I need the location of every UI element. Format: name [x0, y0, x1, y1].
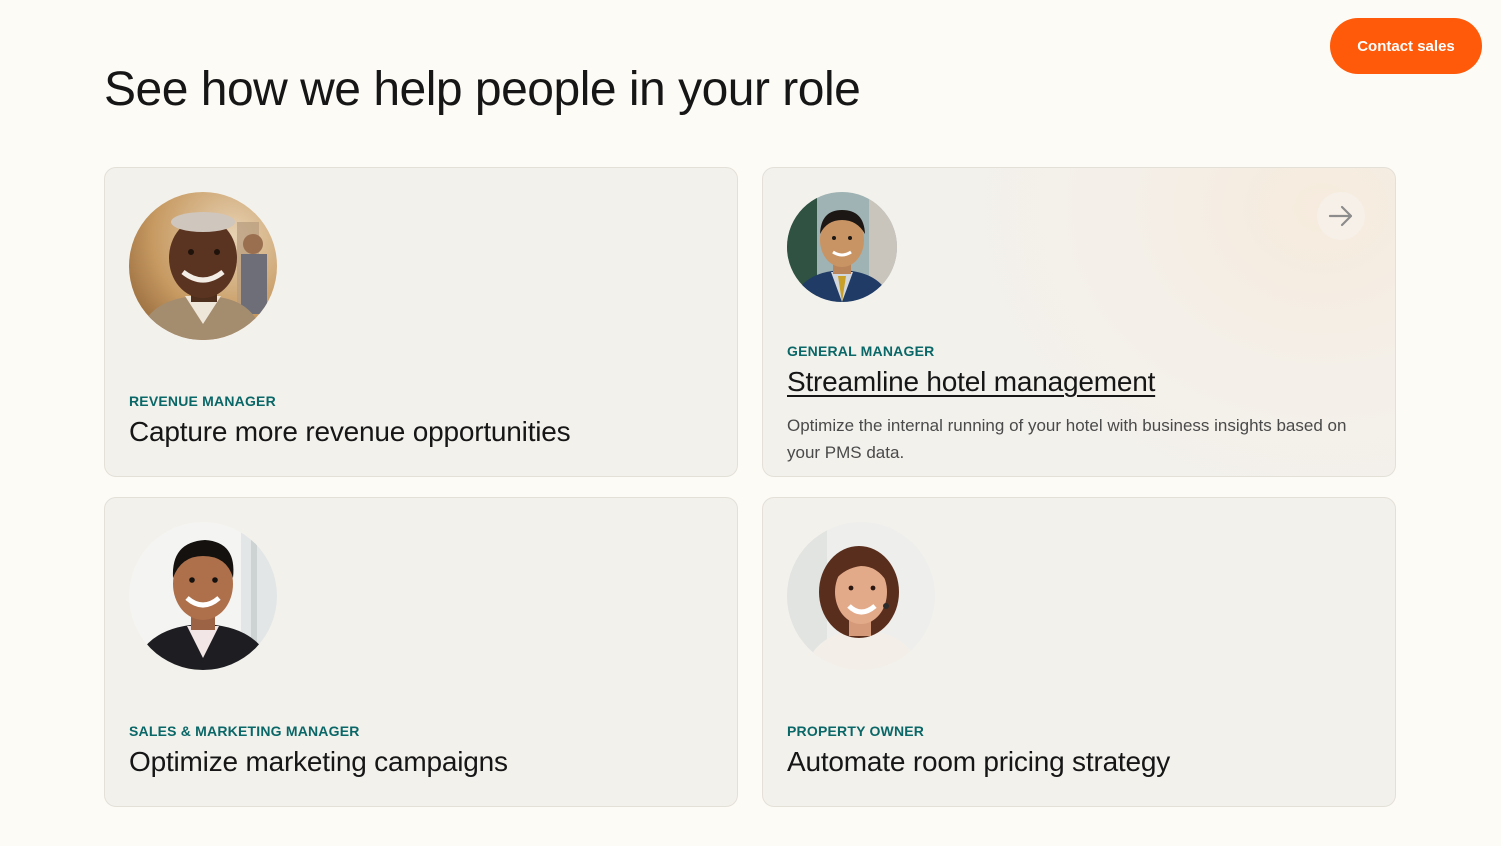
role-card-headline: Automate room pricing strategy — [787, 746, 1171, 777]
revenue-manager-avatar — [129, 192, 277, 340]
role-label: REVENUE MANAGER — [129, 393, 276, 409]
page-title: See how we help people in your role — [104, 63, 861, 116]
contact-sales-button[interactable]: Contact sales — [1330, 18, 1482, 74]
role-card-sales-marketing-manager[interactable]: SALES & MARKETING MANAGER Optimize marke… — [104, 497, 738, 807]
role-label: PROPERTY OWNER — [787, 723, 925, 739]
role-card-description: Optimize the internal running of your ho… — [787, 416, 1347, 462]
general-manager-avatar — [787, 192, 897, 302]
role-card-revenue-manager[interactable]: REVENUE MANAGER Capture more revenue opp… — [104, 167, 738, 477]
card-arrow-button[interactable] — [1317, 192, 1365, 240]
role-card-property-owner[interactable]: PROPERTY OWNER Automate room pricing str… — [762, 497, 1396, 807]
role-card-general-manager[interactable]: GENERAL MANAGER Streamline hotel managem… — [762, 167, 1396, 477]
property-owner-avatar — [787, 522, 935, 670]
sales-marketing-manager-avatar — [129, 522, 277, 670]
page: Contact sales See how we help people in … — [0, 0, 1501, 846]
arrow-right-icon — [1328, 205, 1353, 227]
role-card-headline-link[interactable]: Streamline hotel management — [787, 366, 1155, 398]
role-card-headline: Optimize marketing campaigns — [129, 746, 508, 777]
role-card-headline: Capture more revenue opportunities — [129, 416, 571, 447]
role-label: GENERAL MANAGER — [787, 343, 935, 359]
role-label: SALES & MARKETING MANAGER — [129, 723, 360, 739]
